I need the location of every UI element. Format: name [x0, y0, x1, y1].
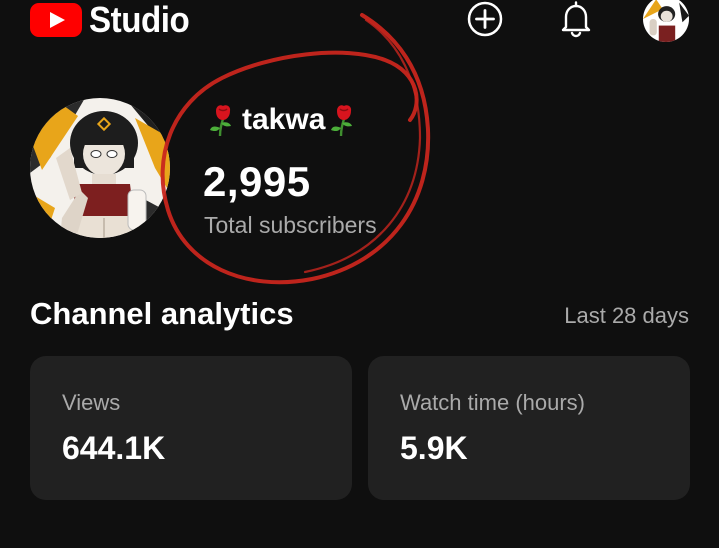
rose-icon — [210, 105, 231, 137]
watch-time-card[interactable]: Watch time (hours) 5.9K — [368, 356, 690, 500]
logo-text: Studio — [89, 0, 190, 40]
subscriber-count: 2,995 — [203, 158, 311, 205]
notifications-button[interactable] — [556, 0, 596, 38]
views-card[interactable]: Views 644.1K — [30, 356, 352, 500]
card-value: 644.1K — [62, 430, 166, 466]
avatar-illustration — [30, 98, 170, 238]
bell-icon — [561, 1, 591, 38]
section-title-channel-analytics: Channel analytics — [30, 296, 294, 331]
channel-avatar — [30, 98, 170, 238]
youtube-play-icon — [30, 3, 82, 37]
youtube-studio-logo[interactable]: Studio — [30, 0, 198, 40]
create-plus-icon — [467, 1, 503, 37]
account-avatar[interactable] — [643, 0, 689, 42]
card-label: Views — [62, 390, 121, 415]
channel-name-text: takwa — [242, 103, 326, 136]
channel-name: takwa — [208, 103, 359, 137]
avatar-image — [643, 0, 689, 42]
period-selector[interactable]: Last 28 days — [564, 303, 689, 329]
create-button[interactable] — [465, 0, 505, 38]
card-value: 5.9K — [400, 430, 468, 466]
card-label: Watch time (hours) — [400, 390, 586, 415]
rose-icon — [331, 105, 353, 137]
subscriber-label: Total subscribers — [204, 212, 377, 238]
